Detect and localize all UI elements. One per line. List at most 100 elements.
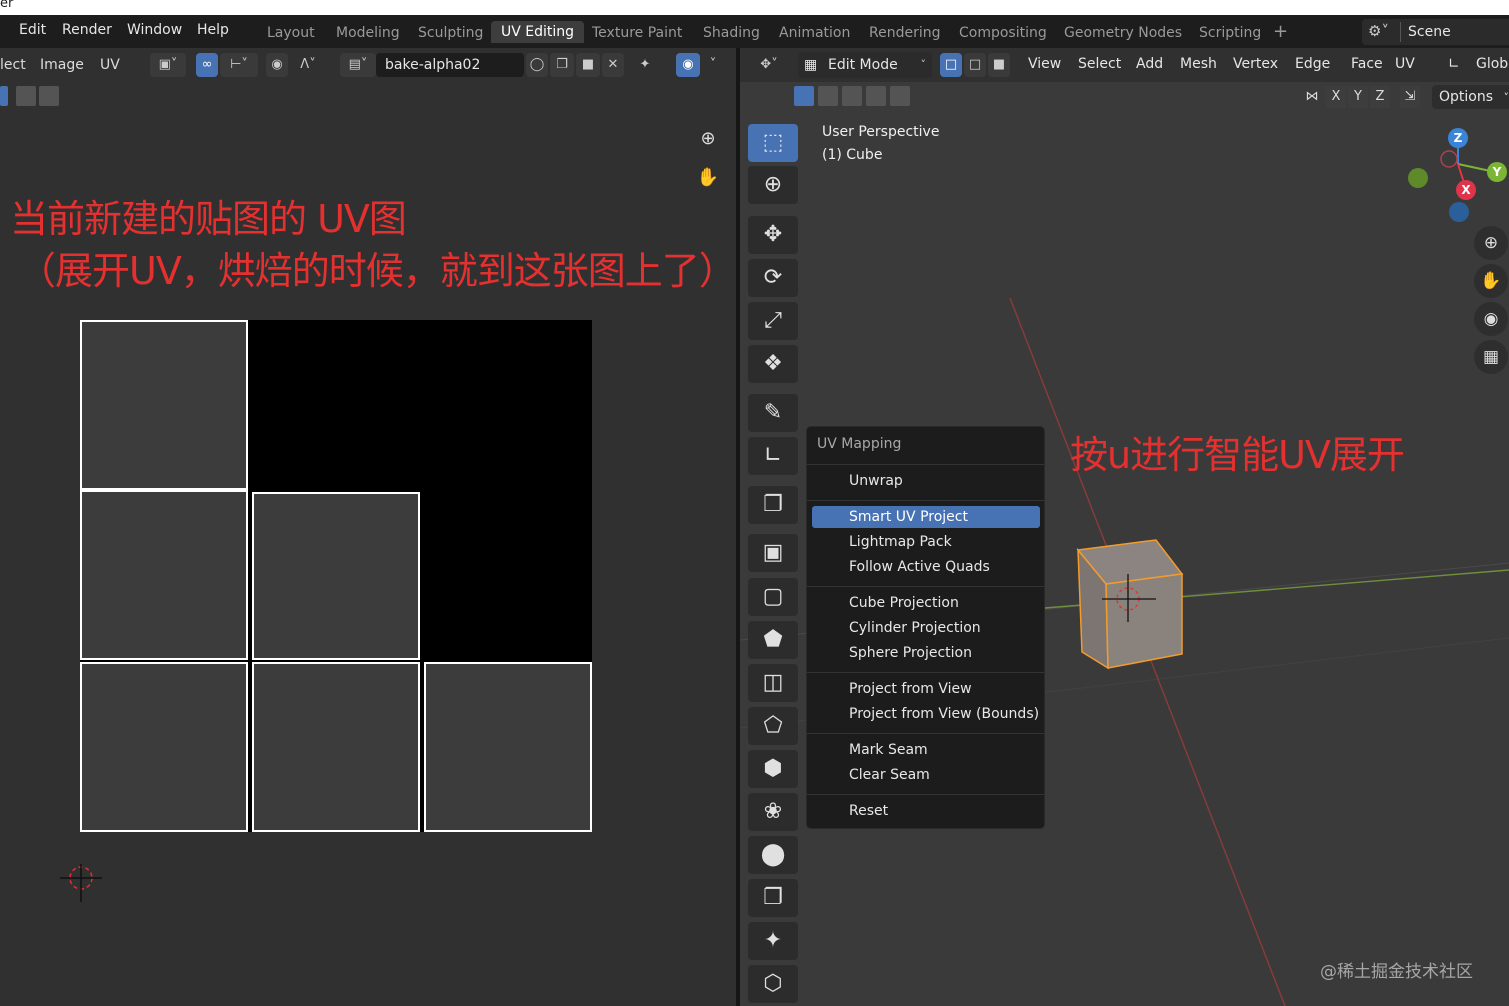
poly-build-tool-icon[interactable]: ⬢	[748, 750, 798, 788]
popup-item-clear-seam[interactable]: Clear Seam	[812, 764, 1040, 786]
tab-compositing[interactable]: Compositing	[959, 25, 1047, 41]
transform-orientation-label[interactable]: Globa	[1476, 56, 1509, 72]
mirror-x-toggle[interactable]: X	[1326, 86, 1346, 108]
uv-menu-uv[interactable]: UV	[100, 57, 120, 73]
tab-shading[interactable]: Shading	[703, 25, 760, 41]
tab-animation[interactable]: Animation	[779, 25, 850, 41]
editor-type-icon[interactable]: ✥˅	[750, 53, 788, 77]
gizmo-neg-z-axis[interactable]	[1449, 202, 1469, 222]
gizmo-y-axis[interactable]: Y	[1487, 162, 1507, 182]
select-intersect-icon[interactable]	[890, 86, 910, 106]
select-invert-icon[interactable]	[866, 86, 886, 106]
shrink-fatten-tool-icon[interactable]: ✦	[748, 922, 798, 960]
popup-item-cube-projection[interactable]: Cube Projection	[812, 592, 1040, 614]
move-tool-icon[interactable]: ✥	[748, 216, 798, 254]
tab-texture-paint[interactable]: Texture Paint	[592, 25, 682, 41]
select-box-tool-icon[interactable]: ⬚	[748, 124, 798, 162]
camera-icon[interactable]: ◉	[1474, 302, 1508, 336]
inset-tool-icon[interactable]: ▢	[748, 578, 798, 616]
transform-tool-icon[interactable]: ❖	[748, 345, 798, 383]
unlink-image-icon[interactable]: ✕	[602, 53, 624, 77]
popup-item-sphere-projection[interactable]: Sphere Projection	[812, 642, 1040, 664]
proportional-edit-icon[interactable]: ◉	[266, 53, 288, 77]
scale-tool-icon[interactable]: ⤢	[748, 302, 798, 340]
uv-face[interactable]	[252, 492, 420, 660]
annotate-tool-icon[interactable]: ✎	[748, 394, 798, 432]
tab-uv-editing[interactable]: UV Editing	[491, 21, 585, 43]
tab-modeling[interactable]: Modeling	[336, 25, 400, 41]
vp-menu-mesh[interactable]: Mesh	[1180, 56, 1217, 72]
uv-face[interactable]	[80, 662, 248, 832]
menu-edit[interactable]: Edit	[19, 22, 46, 38]
select-box-icon[interactable]	[794, 86, 814, 106]
overlay-dropdown-icon[interactable]: ˅	[702, 53, 724, 77]
menu-render[interactable]: Render	[62, 22, 112, 38]
vp-menu-edge[interactable]: Edge	[1295, 56, 1330, 72]
image-browse-icon[interactable]: ▤˅	[340, 53, 376, 77]
popup-item-mark-seam[interactable]: Mark Seam	[812, 739, 1040, 761]
uv-face[interactable]	[80, 320, 248, 490]
select-subtract-icon[interactable]	[842, 86, 862, 106]
uv-face[interactable]	[80, 490, 248, 660]
new-image-icon[interactable]: ❐	[550, 53, 574, 77]
mirror-z-toggle[interactable]: Z	[1370, 86, 1390, 108]
snap-icon[interactable]: ∞	[196, 53, 218, 77]
snap-target-icon[interactable]: ⊢˅	[220, 53, 258, 77]
popup-item-project-from-view[interactable]: Project from View	[812, 678, 1040, 700]
select-extend-icon[interactable]	[818, 86, 838, 106]
vp-menu-face[interactable]: Face	[1351, 56, 1383, 72]
uv-face[interactable]	[252, 662, 420, 832]
popup-item-cylinder-projection[interactable]: Cylinder Projection	[812, 617, 1040, 639]
menu-window[interactable]: Window	[127, 22, 182, 38]
vp-menu-select[interactable]: Select	[1078, 56, 1121, 72]
bevel-tool-icon[interactable]: ⬟	[748, 621, 798, 659]
vp-menu-vertex[interactable]: Vertex	[1233, 56, 1278, 72]
tab-rendering[interactable]: Rendering	[869, 25, 941, 41]
edge-slide-tool-icon[interactable]: ❐	[748, 879, 798, 917]
select-vertex-icon[interactable]	[0, 86, 8, 106]
add-cube-tool-icon[interactable]: ❐	[748, 486, 798, 524]
popup-item-reset[interactable]: Reset	[812, 800, 1040, 822]
gizmo-neg-y-axis[interactable]	[1408, 168, 1428, 188]
select-edge-icon[interactable]	[16, 86, 36, 106]
vp-menu-uv[interactable]: UV	[1395, 56, 1415, 72]
mirror-y-toggle[interactable]: Y	[1348, 86, 1368, 108]
popup-item-unwrap[interactable]: Unwrap	[812, 470, 1040, 492]
edge-select-icon[interactable]: □	[964, 53, 986, 77]
uv-menu-image[interactable]: Image	[40, 57, 84, 73]
spin-tool-icon[interactable]: ❀	[748, 793, 798, 831]
pin-icon[interactable]: ✦	[634, 53, 656, 77]
select-face-icon[interactable]	[39, 86, 59, 106]
knife-tool-icon[interactable]: ⬠	[748, 707, 798, 745]
mode-selector[interactable]: ▦ Edit Mode ˅	[798, 52, 932, 78]
cursor-tool-icon[interactable]: ⊕	[748, 166, 798, 204]
uv-menu-select[interactable]: lect	[0, 57, 26, 73]
pan-hand-icon[interactable]: ✋	[692, 162, 724, 194]
popup-item-project-from-view-bounds[interactable]: Project from View (Bounds)	[812, 703, 1040, 725]
uv-image-canvas[interactable]	[80, 320, 592, 832]
popup-item-follow-active-quads[interactable]: Follow Active Quads	[812, 556, 1040, 578]
add-workspace-button[interactable]: +	[1273, 21, 1288, 42]
transform-orientation-icon[interactable]: ∟	[1448, 56, 1460, 72]
falloff-icon[interactable]: Λ˅	[290, 53, 326, 77]
tab-layout[interactable]: Layout	[267, 25, 315, 41]
fake-user-icon[interactable]: ◯	[526, 53, 548, 77]
shear-tool-icon[interactable]: ⬡	[748, 965, 798, 1003]
menu-help[interactable]: Help	[197, 22, 229, 38]
loop-cut-tool-icon[interactable]: ◫	[748, 664, 798, 702]
face-select-icon[interactable]: ■	[988, 53, 1010, 77]
gizmo-x-axis[interactable]: X	[1456, 180, 1476, 200]
measure-tool-icon[interactable]: ∟	[748, 437, 798, 475]
vertex-select-icon[interactable]: □	[940, 53, 962, 77]
image-name-field[interactable]: bake-alpha02	[376, 53, 524, 77]
popup-item-lightmap-pack[interactable]: Lightmap Pack	[812, 531, 1040, 553]
options-dropdown[interactable]: Options ˅	[1432, 85, 1509, 109]
scene-selector[interactable]: ⚙˅ Scene	[1362, 19, 1509, 45]
mirror-icon[interactable]: ⋈	[1302, 86, 1322, 108]
vp-menu-view[interactable]: View	[1028, 56, 1061, 72]
vp-menu-add[interactable]: Add	[1136, 56, 1163, 72]
tab-sculpting[interactable]: Sculpting	[418, 25, 483, 41]
uv-2d-cursor[interactable]	[60, 864, 102, 906]
uv-face[interactable]	[424, 662, 592, 832]
open-image-icon[interactable]: ■	[576, 53, 600, 77]
